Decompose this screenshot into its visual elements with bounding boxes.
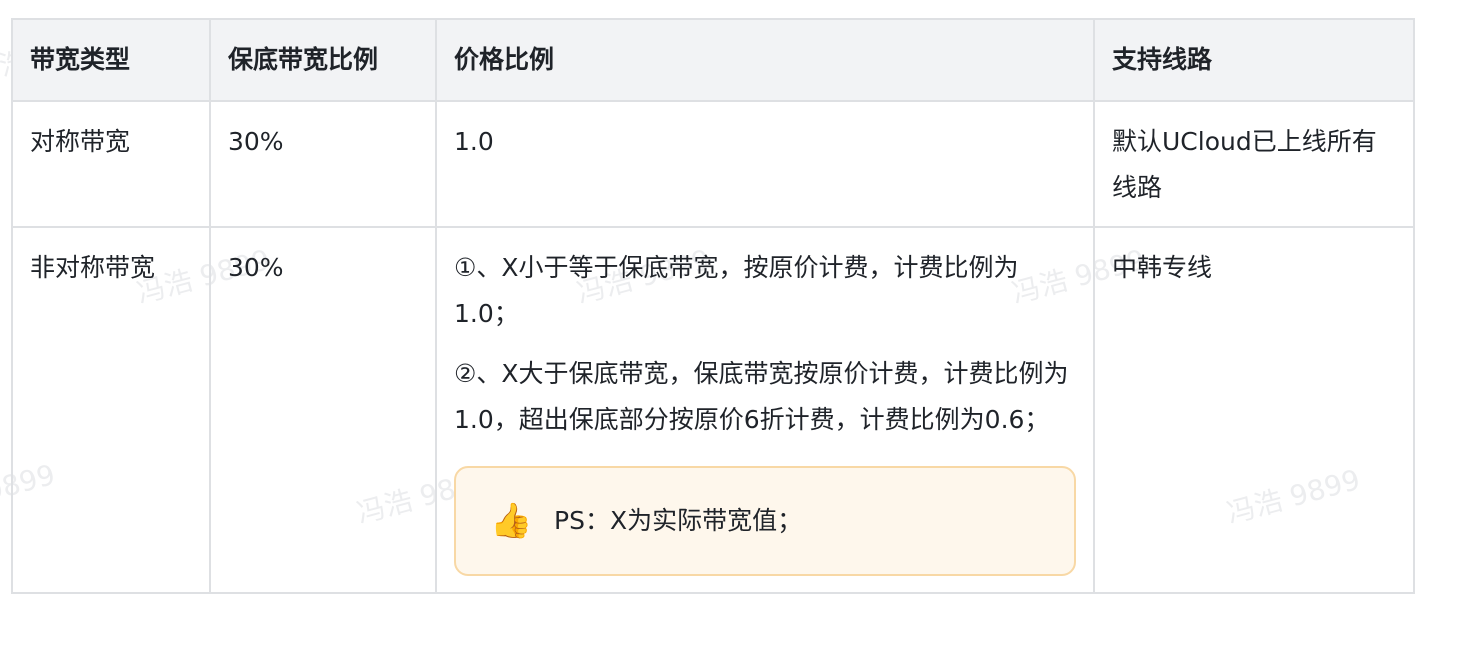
price-rule-1: ①、X小于等于保底带宽，按原价计费，计费比例为1.0； <box>454 253 1019 328</box>
cell-lines: 默认UCloud已上线所有线路 <box>1093 100 1415 228</box>
column-header-price: 价格比例 <box>435 18 1095 102</box>
cell-min-ratio: 30% <box>209 226 437 594</box>
cell-type: 对称带宽 <box>11 100 211 228</box>
table-row: 对称带宽 30% 1.0 默认UCloud已上线所有线路 <box>11 100 1415 228</box>
cell-price: ①、X小于等于保底带宽，按原价计费，计费比例为1.0； ②、X大于保底带宽，保底… <box>435 226 1095 594</box>
price-rule-2: ②、X大于保底带宽，保底带宽按原价计费，计费比例为1.0，超出保底部分按原价6折… <box>454 359 1069 434</box>
column-header-lines: 支持线路 <box>1093 18 1415 102</box>
column-header-type: 带宽类型 <box>11 18 211 102</box>
bandwidth-table: 带宽类型 保底带宽比例 价格比例 支持线路 对称带宽 30% 1.0 默认UCl… <box>11 18 1415 594</box>
column-header-min-ratio: 保底带宽比例 <box>209 18 437 102</box>
cell-lines: 中韩专线 <box>1093 226 1415 594</box>
callout-text: PS：X为实际带宽值； <box>554 506 803 535</box>
table-row: 非对称带宽 30% ①、X小于等于保底带宽，按原价计费，计费比例为1.0； ②、… <box>11 226 1415 594</box>
callout-note: 👍 PS：X为实际带宽值； <box>454 466 1076 576</box>
cell-type: 非对称带宽 <box>11 226 211 594</box>
thumbs-up-icon: 👍 <box>490 501 533 541</box>
cell-min-ratio: 30% <box>209 100 437 228</box>
table-header-row: 带宽类型 保底带宽比例 价格比例 支持线路 <box>11 18 1415 102</box>
cell-price: 1.0 <box>435 100 1095 228</box>
